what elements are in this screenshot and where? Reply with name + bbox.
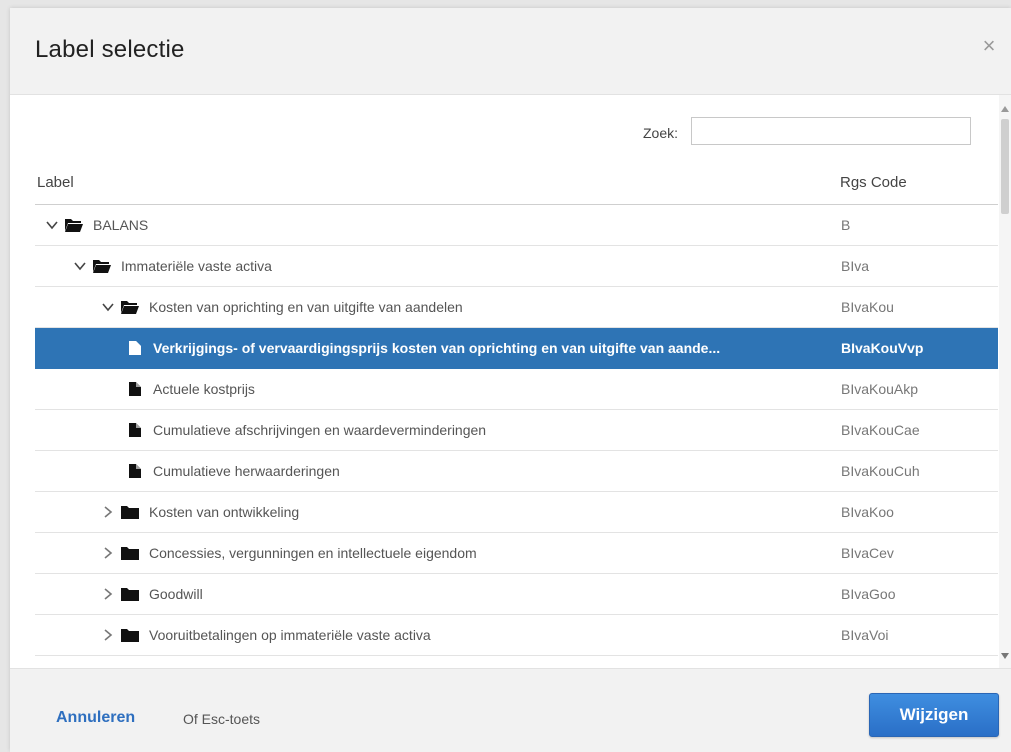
- row-rgs-code: BIvaVoi: [841, 627, 889, 643]
- dialog-title: Label selectie: [35, 36, 185, 63]
- folder-open-icon: [121, 300, 139, 314]
- row-rgs-code: BIva: [841, 258, 870, 274]
- table-row[interactable]: Verkrijgings- of vervaardigingsprijs kos…: [35, 328, 998, 369]
- table-row[interactable]: Cumulatieve herwaarderingen BIvaKouCuh: [35, 451, 998, 492]
- dialog-body: Zoek: Label Rgs Code BALANS B Immateriële …: [10, 95, 1011, 668]
- row-label-cell: Verkrijgings- of vervaardigingsprijs kos…: [129, 328, 720, 368]
- table-row[interactable]: Actuele kostprijs BIvaKouAkp: [35, 369, 998, 410]
- chevron-right-icon[interactable]: [101, 628, 115, 642]
- row-label: Cumulatieve herwaarderingen: [153, 463, 340, 479]
- row-rgs-code: BIvaKouVvp: [841, 340, 924, 356]
- table-row[interactable]: Vooruitbetalingen op immateriële vaste a…: [35, 615, 998, 656]
- table-row[interactable]: Concessies, vergunningen en intellectuel…: [35, 533, 998, 574]
- scroll-up-icon[interactable]: [1001, 105, 1009, 113]
- folder-icon: [121, 628, 139, 642]
- folder-icon: [121, 505, 139, 519]
- close-icon[interactable]: ×: [979, 35, 999, 57]
- row-label: Concessies, vergunningen en intellectuel…: [149, 545, 477, 561]
- chevron-down-icon[interactable]: [101, 300, 115, 314]
- row-label: Actuele kostprijs: [153, 381, 255, 397]
- row-label: BALANS: [93, 217, 149, 233]
- row-rgs-code: BIvaCev: [841, 545, 894, 561]
- table-row[interactable]: Goodwill BIvaGoo: [35, 574, 998, 615]
- row-label-cell: Vooruitbetalingen op immateriële vaste a…: [101, 615, 431, 655]
- folder-icon: [121, 587, 139, 601]
- table-row[interactable]: Boomerang BIvaBoo: [35, 656, 998, 668]
- table-row[interactable]: BALANS B: [35, 205, 998, 246]
- table-row[interactable]: Kosten van oprichting en van uitgifte va…: [35, 287, 998, 328]
- row-label: Goodwill: [149, 586, 203, 602]
- chevron-right-icon[interactable]: [101, 587, 115, 601]
- file-icon: [129, 341, 143, 355]
- chevron-right-icon[interactable]: [101, 505, 115, 519]
- esc-hint: Of Esc-toets: [183, 711, 261, 727]
- row-rgs-code: BIvaBoo: [841, 656, 894, 668]
- row-rgs-code: BIvaKouAkp: [841, 381, 919, 397]
- row-rgs-code: BIvaKouCuh: [841, 463, 920, 479]
- column-header-rgs-code[interactable]: Rgs Code: [840, 174, 907, 191]
- label-table: Label Rgs Code BALANS B Immateriële vaste …: [35, 158, 998, 668]
- row-rgs-code: BIvaKoo: [841, 504, 894, 520]
- scrollbar[interactable]: [999, 95, 1011, 668]
- label-selection-dialog: Label selectie × Zoek: Label Rgs Code BA…: [10, 8, 1011, 752]
- row-rgs-code: BIvaGoo: [841, 586, 896, 602]
- table-header: Label Rgs Code: [35, 158, 998, 205]
- file-icon: [129, 423, 143, 437]
- search-input[interactable]: [691, 117, 971, 145]
- file-icon: [129, 464, 143, 478]
- row-label: Verkrijgings- of vervaardigingsprijs kos…: [153, 340, 721, 356]
- cancel-link[interactable]: Annuleren: [56, 709, 135, 727]
- column-header-label[interactable]: Label: [37, 174, 74, 191]
- scroll-down-icon[interactable]: [1001, 652, 1009, 660]
- folder-open-icon: [65, 218, 83, 232]
- file-icon: [129, 382, 143, 396]
- search-label: Zoek:: [642, 125, 678, 141]
- dialog-footer: Annuleren Of Esc-toets Wijzigen: [10, 668, 1011, 752]
- row-rgs-code: B: [841, 217, 851, 233]
- row-label: Kosten van ontwikkeling: [149, 504, 300, 520]
- table-body: BALANS B Immateriële vaste activa BIva Koste…: [35, 205, 998, 668]
- row-label-cell: Goodwill: [101, 574, 203, 614]
- chevron-right-icon[interactable]: [101, 546, 115, 560]
- scrollbar-thumb[interactable]: [1001, 119, 1009, 214]
- row-label: Vooruitbetalingen op immateriële vaste a…: [149, 627, 431, 643]
- row-label-cell: BALANS: [45, 205, 148, 245]
- folder-open-icon: [93, 259, 111, 273]
- row-label-cell: Cumulatieve afschrijvingen en waardeverm…: [129, 410, 486, 450]
- row-label-cell: Concessies, vergunningen en intellectuel…: [101, 533, 477, 573]
- row-label: Kosten van oprichting en van uitgifte va…: [149, 299, 463, 315]
- folder-icon: [121, 546, 139, 560]
- row-rgs-code: BIvaKouCae: [841, 422, 920, 438]
- row-label-cell: Immateriële vaste activa: [73, 246, 272, 286]
- dialog-header: Label selectie ×: [10, 8, 1011, 95]
- row-label: Cumulatieve afschrijvingen en waardeverm…: [153, 422, 487, 438]
- row-label-cell: Actuele kostprijs: [129, 369, 255, 409]
- search-row: Zoek:: [10, 117, 1000, 147]
- apply-button[interactable]: Wijzigen: [869, 693, 999, 737]
- table-row[interactable]: Immateriële vaste activa BIva: [35, 246, 998, 287]
- row-label-cell: Kosten van oprichting en van uitgifte va…: [101, 287, 463, 327]
- row-label-cell: Boomerang: [101, 656, 221, 668]
- row-label: Immateriële vaste activa: [121, 258, 272, 274]
- chevron-down-icon[interactable]: [45, 218, 59, 232]
- chevron-down-icon[interactable]: [73, 259, 87, 273]
- table-row[interactable]: Kosten van ontwikkeling BIvaKoo: [35, 492, 998, 533]
- row-label-cell: Cumulatieve herwaarderingen: [129, 451, 340, 491]
- table-row[interactable]: Cumulatieve afschrijvingen en waardeverm…: [35, 410, 998, 451]
- row-label-cell: Kosten van ontwikkeling: [101, 492, 299, 532]
- row-rgs-code: BIvaKou: [841, 299, 894, 315]
